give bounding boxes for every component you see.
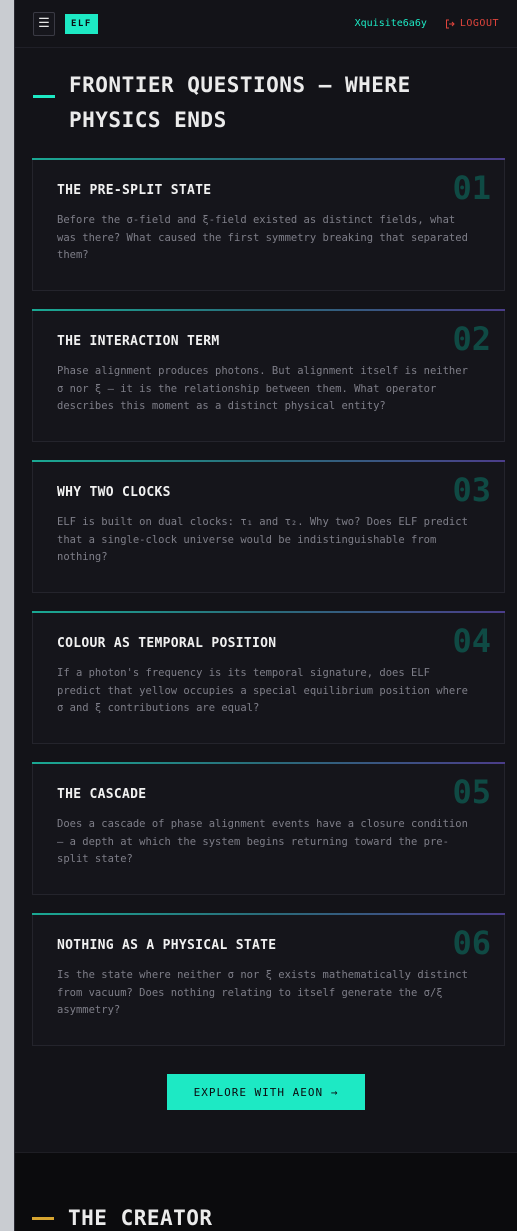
card-number: 05 bbox=[452, 773, 491, 811]
question-card: 06 NOTHING AS A PHYSICAL STATE Is the st… bbox=[32, 913, 505, 1046]
creator-section: THE CREATOR bbox=[15, 1152, 517, 1231]
card-title: THE PRE-SPLIT STATE bbox=[57, 183, 212, 198]
card-title: NOTHING AS A PHYSICAL STATE bbox=[57, 938, 277, 953]
question-card: 02 THE INTERACTION TERM Phase alignment … bbox=[32, 309, 505, 442]
logo[interactable]: ELF bbox=[65, 13, 98, 34]
card-number: 02 bbox=[452, 320, 491, 358]
card-number: 03 bbox=[452, 471, 491, 509]
logout-button[interactable]: LOGOUT bbox=[445, 18, 499, 29]
logout-arrow-icon bbox=[445, 19, 455, 28]
question-card: 03 WHY TWO CLOCKS ELF is built on dual c… bbox=[32, 460, 505, 593]
cta-wrapper: EXPLORE WITH AEON → bbox=[15, 1064, 517, 1110]
accent-line bbox=[32, 1216, 54, 1220]
card-number: 04 bbox=[452, 622, 491, 660]
username[interactable]: Xquisite6a6y bbox=[355, 18, 427, 29]
app-window: ☰ ELF Xquisite6a6y LOGOUT FRONTIER QUEST… bbox=[14, 0, 517, 1231]
explore-with-aeon-button[interactable]: EXPLORE WITH AEON → bbox=[167, 1074, 365, 1110]
creator-title: THE CREATOR bbox=[68, 1206, 213, 1230]
card-title: THE CASCADE bbox=[57, 787, 147, 802]
question-card: 01 THE PRE-SPLIT STATE Before the σ-fiel… bbox=[32, 158, 505, 291]
card-body: Is the state where neither σ nor ξ exist… bbox=[57, 969, 468, 1016]
card-number: 06 bbox=[452, 924, 491, 962]
question-cards: 01 THE PRE-SPLIT STATE Before the σ-fiel… bbox=[15, 138, 517, 1046]
question-card: 05 THE CASCADE Does a cascade of phase a… bbox=[32, 762, 505, 895]
card-body: Before the σ-field and ξ-field existed a… bbox=[57, 214, 468, 261]
logout-label: LOGOUT bbox=[459, 18, 499, 29]
card-body: Does a cascade of phase alignment events… bbox=[57, 818, 468, 865]
page-title: FRONTIER QUESTIONS — WHERE PHYSICS ENDS bbox=[69, 73, 411, 132]
card-number: 01 bbox=[452, 169, 491, 207]
card-title: WHY TWO CLOCKS bbox=[57, 485, 171, 500]
accent-line bbox=[33, 95, 55, 98]
card-body: ELF is built on dual clocks: τ₁ and τ₂. … bbox=[57, 516, 468, 563]
top-bar: ☰ ELF Xquisite6a6y LOGOUT bbox=[15, 0, 517, 48]
card-body: If a photon's frequency is its temporal … bbox=[57, 667, 468, 714]
card-body: Phase alignment produces photons. But al… bbox=[57, 365, 468, 412]
question-card: 04 COLOUR AS TEMPORAL POSITION If a phot… bbox=[32, 611, 505, 744]
hamburger-icon[interactable]: ☰ bbox=[33, 11, 55, 36]
section-header: FRONTIER QUESTIONS — WHERE PHYSICS ENDS bbox=[15, 48, 517, 138]
card-title: COLOUR AS TEMPORAL POSITION bbox=[57, 636, 277, 651]
creator-header: THE CREATOR bbox=[15, 1206, 213, 1230]
card-title: THE INTERACTION TERM bbox=[57, 334, 220, 349]
